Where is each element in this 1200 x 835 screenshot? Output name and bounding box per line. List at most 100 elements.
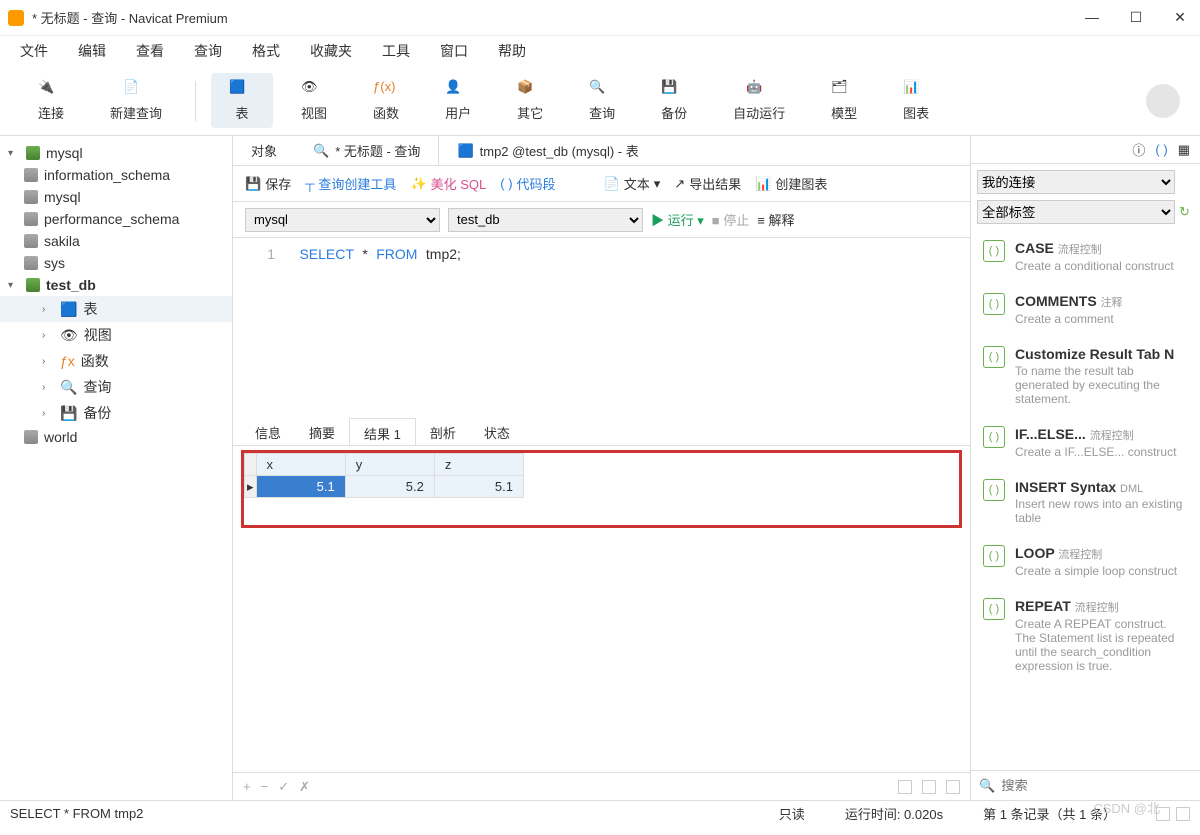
code-icon[interactable]: ( ) [1155, 142, 1167, 157]
tree-views[interactable]: ›👁视图 [0, 322, 232, 348]
minimize-button[interactable]: — [1080, 9, 1104, 26]
cell-y[interactable]: 5.2 [345, 476, 434, 498]
rtab-summary[interactable]: 摘要 [295, 418, 349, 445]
form-toggle-icon[interactable] [1176, 807, 1190, 821]
add-row-button[interactable]: + [243, 779, 251, 794]
chart-icon: 📊 [903, 79, 929, 99]
tab-objects[interactable]: 对象 [233, 136, 295, 165]
cell-x[interactable]: 5.1 [256, 476, 345, 498]
cancel-button[interactable]: ✗ [299, 779, 310, 795]
tool-auto[interactable]: 🤖自动运行 [715, 73, 803, 128]
snippet-customize[interactable]: ( )Customize Result Tab NTo name the res… [971, 336, 1200, 416]
refresh-icon[interactable]: ↻ [1179, 204, 1190, 220]
query-builder-button[interactable]: ┬查询创建工具 [305, 174, 396, 193]
tree-conn-mysql[interactable]: ▾mysql [0, 142, 232, 164]
plug-icon: 🔌 [38, 79, 64, 99]
rtab-info[interactable]: 信息 [241, 418, 295, 445]
snippet-repeat[interactable]: ( )REPEAT 流程控制Create A REPEAT construct.… [971, 588, 1200, 683]
tree-db-sakila[interactable]: sakila [0, 230, 232, 252]
grid-icon[interactable]: ▦ [1178, 142, 1190, 158]
close-button[interactable]: ✕ [1168, 9, 1192, 26]
snippet-button[interactable]: ( )代码段 [500, 174, 555, 193]
tree-queries[interactable]: ›🔍查询 [0, 374, 232, 400]
tree-db-sys[interactable]: sys [0, 252, 232, 274]
snippet-icon: ( ) [983, 426, 1005, 448]
col-x[interactable]: x [256, 454, 345, 476]
backup-icon: 💾 [661, 79, 687, 99]
tool-table[interactable]: 🟦表 [211, 73, 273, 128]
avatar[interactable] [1146, 84, 1180, 118]
tool-backup[interactable]: 💾备份 [643, 73, 705, 128]
tree-tables[interactable]: ›🟦表 [0, 296, 232, 322]
col-y[interactable]: y [345, 454, 434, 476]
snippet-icon: ( ) [983, 293, 1005, 315]
tree-backups[interactable]: ›💾备份 [0, 400, 232, 426]
query-icon: 🔍 [589, 79, 615, 99]
rtab-result1[interactable]: 结果 1 [349, 418, 416, 445]
snippet-ifelse[interactable]: ( )IF...ELSE... 流程控制Create a IF...ELSE..… [971, 416, 1200, 469]
robot-icon: 🤖 [746, 79, 772, 99]
table-row[interactable]: ▸ 5.1 5.2 5.1 [245, 476, 524, 498]
tree-db-mysql[interactable]: mysql [0, 186, 232, 208]
form-view-icon[interactable] [922, 780, 936, 794]
rtab-profile[interactable]: 剖析 [416, 418, 470, 445]
confirm-button[interactable]: ✓ [278, 779, 289, 795]
explain-button[interactable]: ≡ 解释 [757, 210, 794, 229]
app-logo [8, 10, 24, 26]
tree-db-test_db[interactable]: ▾test_db [0, 274, 232, 296]
result-grid[interactable]: x y z ▸ 5.1 5.2 5.1 [244, 453, 524, 498]
tool-model[interactable]: 🗂模型 [813, 73, 875, 128]
beautify-button[interactable]: ✨美化 SQL [410, 174, 486, 193]
conn-filter-select[interactable]: 我的连接 [977, 170, 1175, 194]
tab-query[interactable]: 🔍* 无标题 - 查询 [295, 136, 439, 165]
connection-select[interactable]: mysql [245, 208, 440, 232]
menu-view[interactable]: 查看 [136, 41, 164, 61]
snippet-case[interactable]: ( )CASE 流程控制Create a conditional constru… [971, 230, 1200, 283]
col-z[interactable]: z [434, 454, 523, 476]
stop-button[interactable]: ■ 停止 [712, 210, 749, 229]
window-title: * 无标题 - 查询 - Navicat Premium [32, 8, 1080, 27]
tree-functions[interactable]: ›ƒx函数 [0, 348, 232, 374]
menu-file[interactable]: 文件 [20, 41, 48, 61]
save-icon: 💾 [245, 176, 261, 192]
menu-edit[interactable]: 编辑 [78, 41, 106, 61]
sql-editor[interactable]: 1 SELECT * FROM tmp2; [233, 238, 970, 418]
database-select[interactable]: test_db [448, 208, 643, 232]
snippet-comments[interactable]: ( )COMMENTS 注释Create a comment [971, 283, 1200, 336]
menu-format[interactable]: 格式 [252, 41, 280, 61]
menu-tools[interactable]: 工具 [382, 41, 410, 61]
menu-query[interactable]: 查询 [194, 41, 222, 61]
search-input[interactable] [1001, 778, 1192, 793]
grid-view-icon[interactable] [898, 780, 912, 794]
snippet-loop[interactable]: ( )LOOP 流程控制Create a simple loop constru… [971, 535, 1200, 588]
text-button[interactable]: 📄文本▾ [604, 174, 661, 193]
maximize-button[interactable]: ☐ [1124, 9, 1148, 26]
tool-query[interactable]: 🔍查询 [571, 73, 633, 128]
save-button[interactable]: 💾保存 [245, 174, 291, 193]
layout-icon[interactable] [946, 780, 960, 794]
tool-chart[interactable]: 📊图表 [885, 73, 947, 128]
tool-user[interactable]: 👤用户 [427, 73, 489, 128]
tree-db-world[interactable]: world [0, 426, 232, 448]
menu-help[interactable]: 帮助 [498, 41, 526, 61]
tree-db-performance_schema[interactable]: performance_schema [0, 208, 232, 230]
tool-connect[interactable]: 🔌连接 [20, 73, 82, 128]
menu-fav[interactable]: 收藏夹 [310, 41, 352, 61]
menu-window[interactable]: 窗口 [440, 41, 468, 61]
run-button[interactable]: ▶ 运行 ▾ [651, 210, 704, 229]
delete-row-button[interactable]: − [261, 779, 269, 794]
cell-z[interactable]: 5.1 [434, 476, 523, 498]
snippet-insert[interactable]: ( )INSERT Syntax DMLInsert new rows into… [971, 469, 1200, 535]
rtab-status[interactable]: 状态 [470, 418, 524, 445]
info-icon[interactable]: ⓘ [1132, 140, 1145, 159]
tag-filter-select[interactable]: 全部标签 [977, 200, 1175, 224]
tool-other[interactable]: 📦其它 [499, 73, 561, 128]
tool-view[interactable]: 👁视图 [283, 73, 345, 128]
tree-db-information_schema[interactable]: information_schema [0, 164, 232, 186]
chevron-right-icon: › [42, 356, 54, 367]
tool-function[interactable]: ƒ(x)函数 [355, 73, 417, 128]
tab-tmp2[interactable]: 🟦tmp2 @test_db (mysql) - 表 [439, 136, 656, 165]
export-button[interactable]: ↗导出结果 [674, 174, 741, 193]
chart-button[interactable]: 📊创建图表 [755, 174, 827, 193]
tool-newquery[interactable]: 📄新建查询 [92, 73, 180, 128]
